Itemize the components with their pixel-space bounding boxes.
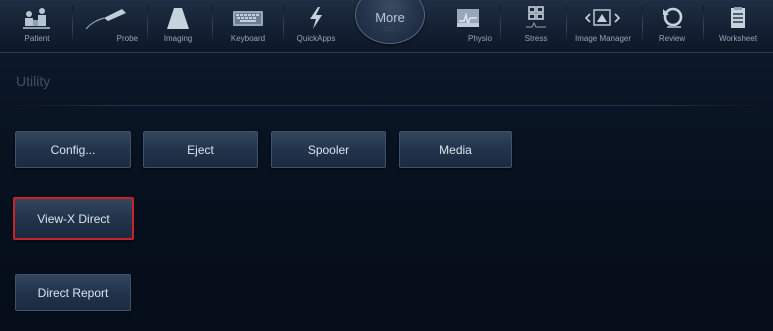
toolbar-label: Keyboard [230,34,266,43]
toolbar-label: Physio [467,34,492,43]
toolbar-label: Review [658,34,686,43]
physio-icon [451,5,485,31]
toolbar-separator [566,6,567,46]
more-dots: :::: [384,27,396,33]
direct-report-button[interactable]: Direct Report [15,274,131,311]
more-label: More [375,10,405,25]
toolbar-separator [72,6,73,46]
stress-icon [519,5,553,31]
toolbar-stress[interactable]: Stress [508,0,564,52]
top-toolbar: Patient Probe Imaging Keyboard QuickApps… [0,0,773,53]
utility-panel: Utility Config... Eject Spooler Media Vi… [0,53,773,331]
toolbar-separator [147,6,148,46]
eject-button[interactable]: Eject [143,131,258,168]
config-button[interactable]: Config... [15,131,131,168]
toolbar-review[interactable]: Review [648,0,696,52]
toolbar-label: Patient [24,34,50,43]
probe-icon [80,5,140,31]
toolbar-physio[interactable]: Physio [442,0,494,52]
toolbar-label: Image Manager [574,34,632,43]
toolbar-imaging[interactable]: Imaging [152,0,204,52]
toolbar-probe[interactable]: Probe [78,0,142,52]
toolbar-keyboard[interactable]: Keyboard [218,0,278,52]
toolbar-separator [283,6,284,46]
patient-icon [20,5,54,31]
toolbar-separator [703,6,704,46]
spooler-button[interactable]: Spooler [271,131,386,168]
toolbar-separator [642,6,643,46]
image-manager-icon [581,5,625,31]
imaging-icon [161,5,195,31]
more-button[interactable]: More :::: [355,0,425,44]
toolbar-label: Worksheet [718,34,758,43]
media-button[interactable]: Media [399,131,512,168]
toolbar-worksheet[interactable]: Worksheet [708,0,768,52]
toolbar-label: QuickApps [296,34,336,43]
title-divider [8,105,765,106]
page-title: Utility [16,73,51,89]
review-icon [655,5,689,31]
toolbar-quickapps[interactable]: QuickApps [288,0,344,52]
view-x-direct-button[interactable]: View-X Direct [13,197,134,240]
toolbar-separator [212,6,213,46]
keyboard-icon [231,5,265,31]
toolbar-label: Imaging [163,34,193,43]
toolbar-separator [500,6,501,46]
toolbar-label: Probe [116,34,138,43]
quickapps-icon [299,5,333,31]
toolbar-patient[interactable]: Patient [14,0,60,52]
toolbar-image-manager[interactable]: Image Manager [568,0,638,52]
worksheet-icon [721,5,755,31]
toolbar-label: Stress [524,34,548,43]
